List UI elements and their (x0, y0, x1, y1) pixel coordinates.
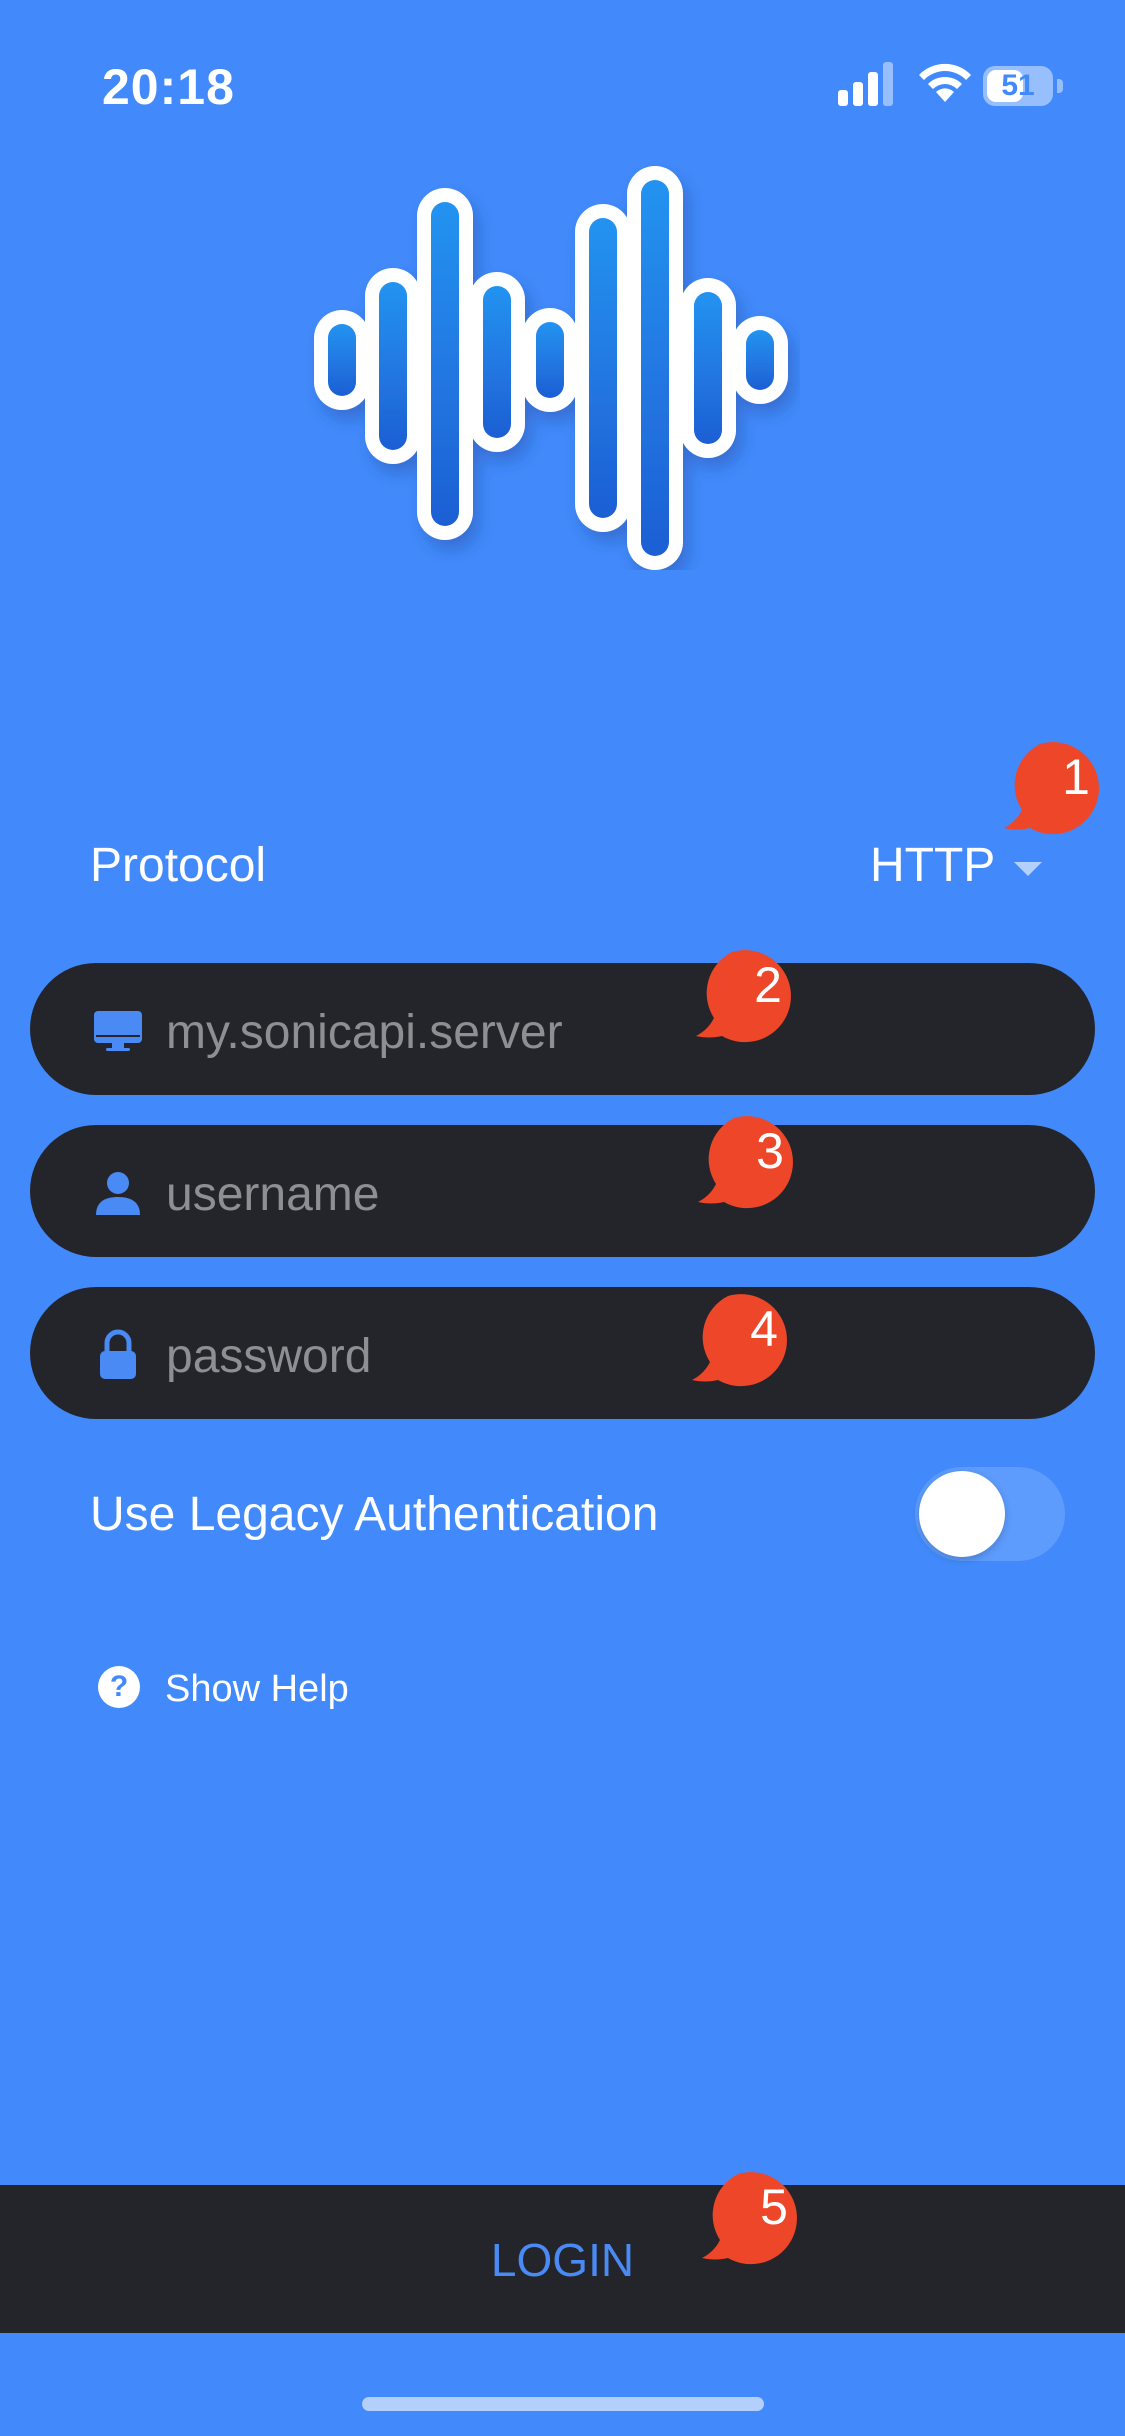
battery-icon: 51 (983, 66, 1067, 108)
wifi-icon (919, 63, 971, 102)
protocol-label: Protocol (90, 839, 267, 892)
app-logo (314, 166, 788, 570)
password-field[interactable]: password (30, 1287, 1095, 1419)
login-label: LOGIN (490, 2234, 635, 2286)
callout-4: 4 (688, 1282, 808, 1392)
chevron-down-icon[interactable] (1014, 862, 1042, 876)
toggle-knob (919, 1471, 1005, 1557)
logo-bar (536, 322, 564, 398)
callout-1: 1 (1000, 730, 1120, 840)
logo-bar (694, 292, 722, 444)
server-field[interactable]: my.sonicapi.server (30, 963, 1095, 1095)
logo-bar (379, 282, 407, 450)
username-input[interactable]: username (166, 1167, 379, 1222)
login-button[interactable]: LOGIN (0, 2185, 1125, 2333)
protocol-dropdown[interactable]: HTTP (870, 838, 995, 893)
logo-bar (431, 202, 459, 526)
callout-2: 2 (692, 938, 812, 1048)
cellular-signal-icon (838, 62, 893, 106)
callout-5: 5 (698, 2160, 818, 2270)
server-input[interactable]: my.sonicapi.server (166, 1005, 563, 1060)
battery-level: 51 (1001, 69, 1035, 102)
logo-bar (589, 218, 617, 518)
legacy-auth-label: Use Legacy Authentication (90, 1488, 659, 1541)
lock-icon (100, 1329, 136, 1379)
status-time: 20:18 (102, 59, 235, 115)
home-indicator (362, 2397, 764, 2411)
logo-bar (641, 180, 669, 556)
callout-3: 3 (694, 1104, 814, 1214)
help-icon[interactable]: ? (98, 1666, 140, 1708)
user-icon (96, 1172, 140, 1215)
legacy-auth-toggle[interactable] (915, 1467, 1065, 1561)
logo-bar (746, 330, 774, 390)
computer-icon (94, 1011, 142, 1051)
logo-bar (483, 286, 511, 438)
logo-bar (328, 324, 356, 396)
password-input[interactable]: password (166, 1329, 371, 1384)
username-field[interactable]: username (30, 1125, 1095, 1257)
show-help-link[interactable]: Show Help (165, 1668, 349, 1711)
